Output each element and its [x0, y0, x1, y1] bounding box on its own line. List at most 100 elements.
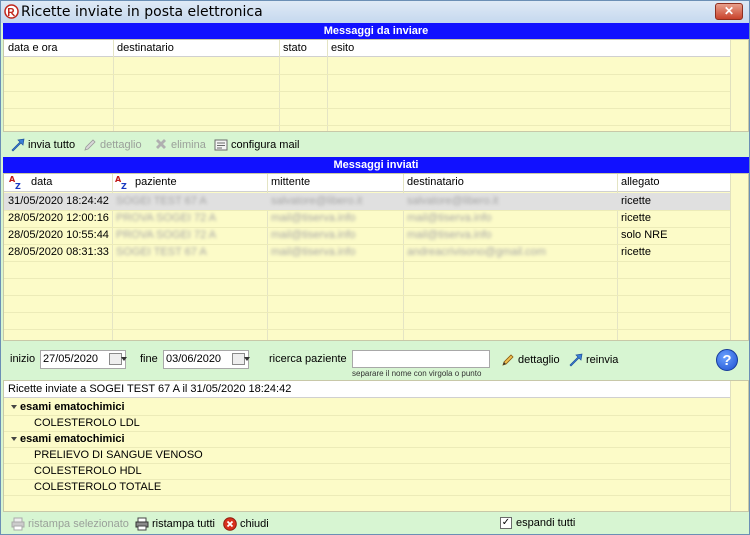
end-label: fine [140, 353, 158, 365]
send-arrow-icon [11, 138, 25, 152]
detail-label-top: dettaglio [100, 139, 142, 151]
expand-all-label: espandi tutti [516, 517, 576, 529]
chevron-down-icon [121, 357, 127, 361]
svg-text:Z: Z [121, 182, 127, 190]
close-icon [223, 517, 237, 531]
expand-triangle-icon[interactable] [11, 437, 17, 441]
cell-attachment: ricette [621, 246, 651, 258]
cell-recipient: salvatore@libero.it [407, 195, 499, 207]
col-header-sent-recipient[interactable]: destinatario [407, 176, 464, 188]
tree-group-label: esami ematochimici [20, 401, 125, 413]
bottom-toolbar: ristampa selezionato ristampa tutti chiu… [1, 514, 749, 534]
tree-item[interactable]: COLESTEROLO TOTALE [4, 479, 730, 495]
cell-attachment: ricette [621, 212, 651, 224]
expand-all-checkbox[interactable]: ✓ [500, 517, 512, 529]
reprint-selected-label: ristampa selezionato [28, 518, 129, 530]
pencil-icon [502, 354, 514, 366]
table-row[interactable]: 28/05/2020 10:55:44 PROVA SOGEI 72 A mai… [4, 227, 730, 244]
detail-panel: Ricette inviate a SOGEI TEST 67 A il 31/… [3, 380, 749, 512]
start-date-picker[interactable]: 27/05/2020 [40, 350, 127, 369]
table-row[interactable]: 28/05/2020 08:31:33 SOGEI TEST 67 A mail… [4, 244, 730, 261]
mail-config-icon [214, 139, 228, 151]
to-send-grid: data e ora destinatario stato esito [3, 39, 749, 132]
sort-az-icon[interactable]: AZ [115, 175, 129, 190]
main-window: Ricette inviate in posta elettronica ✕ M… [0, 0, 750, 535]
send-arrow-icon [569, 353, 583, 367]
end-date-value: 03/06/2020 [166, 353, 222, 365]
tree-group-label: esami ematochimici [20, 433, 125, 445]
delete-label: elimina [171, 139, 206, 151]
cell-attachment: ricette [621, 195, 651, 207]
tree-item[interactable]: COLESTEROLO HDL [4, 463, 730, 479]
send-all-button[interactable]: invia tutto [11, 136, 75, 154]
cell-patient: PROVA SOGEI 72 A [116, 229, 217, 241]
search-patient-input[interactable] [352, 350, 490, 368]
col-header-patient[interactable]: paziente [135, 176, 177, 188]
sent-grid: AZ data AZ paziente mittente destinatari… [3, 173, 749, 341]
configure-mail-button[interactable]: configura mail [214, 136, 299, 154]
title-bar: Ricette inviate in posta elettronica ✕ [1, 1, 749, 23]
cell-recipient: mail@tiserva.info [407, 212, 492, 224]
cell-date: 31/05/2020 18:24:42 [8, 195, 109, 207]
table-row[interactable]: 28/05/2020 12:00:16 PROVA SOGEI 72 A mai… [4, 210, 730, 227]
cell-sender: mail@tiserva.info [271, 229, 356, 241]
detail-button-top[interactable]: dettaglio [83, 136, 142, 154]
cell-recipient: mail@tiserva.info [407, 229, 492, 241]
reprint-all-button[interactable]: ristampa tutti [135, 515, 215, 533]
close-window-button[interactable]: ✕ [715, 3, 743, 20]
sent-scrollbar[interactable] [730, 174, 748, 340]
start-label: inizio [10, 353, 36, 365]
search-hint: separare il nome con virgola o punto [352, 369, 482, 378]
cell-date: 28/05/2020 08:31:33 [8, 246, 109, 258]
end-date-picker[interactable]: 03/06/2020 [163, 350, 250, 369]
col-header-attachment[interactable]: allegato [621, 176, 660, 188]
sent-grid-header: AZ data AZ paziente mittente destinatari… [4, 174, 748, 192]
tree-item[interactable]: COLESTEROLO LDL [4, 415, 730, 431]
to-send-grid-header: data e ora destinatario stato esito [4, 40, 748, 57]
col-header-outcome[interactable]: esito [331, 42, 354, 54]
send-all-label: invia tutto [28, 139, 76, 151]
pencil-icon [84, 139, 96, 151]
resend-label: reinvia [586, 354, 619, 366]
col-header-recipient[interactable]: destinatario [117, 42, 174, 54]
tree-group[interactable]: esami ematochimici [4, 431, 730, 447]
sort-az-icon[interactable]: AZ [9, 175, 23, 190]
cell-sender: salvatore@libero.it [271, 195, 363, 207]
expand-triangle-icon[interactable] [11, 405, 17, 409]
col-header-sender[interactable]: mittente [271, 176, 310, 188]
detail-label: dettaglio [518, 354, 560, 366]
cell-date: 28/05/2020 12:00:16 [8, 212, 109, 224]
col-header-date[interactable]: data e ora [8, 42, 58, 54]
close-label: chiudi [240, 518, 269, 530]
cell-patient: SOGEI TEST 67 A [116, 246, 207, 258]
printer-icon [11, 517, 25, 531]
close-button[interactable]: chiudi [223, 515, 269, 533]
sent-header: Messaggi inviati [3, 157, 749, 173]
delete-icon [156, 139, 166, 150]
to-send-scrollbar[interactable] [730, 40, 748, 131]
delete-button[interactable]: elimina [154, 136, 206, 154]
col-header-status[interactable]: stato [283, 42, 307, 54]
col-header-sent-date[interactable]: data [31, 176, 52, 188]
cell-date: 28/05/2020 10:55:44 [8, 229, 109, 241]
detail-button[interactable]: dettaglio [501, 351, 560, 369]
cell-patient: SOGEI TEST 67 A [116, 195, 207, 207]
resend-button[interactable]: reinvia [569, 351, 618, 369]
table-row[interactable]: 31/05/2020 18:24:42 SOGEI TEST 67 A salv… [4, 193, 730, 210]
detail-title: Ricette inviate a SOGEI TEST 67 A il 31/… [4, 381, 730, 398]
cell-sender: mail@tiserva.info [271, 246, 356, 258]
tree-group[interactable]: esami ematochimici [4, 399, 730, 415]
tree-item[interactable]: PRELIEVO DI SANGUE VENOSO [4, 447, 730, 463]
help-icon[interactable]: ? [716, 349, 738, 371]
svg-text:Z: Z [15, 182, 21, 190]
search-patient-label: ricerca paziente [269, 353, 347, 365]
cell-patient: PROVA SOGEI 72 A [116, 212, 217, 224]
configure-mail-label: configura mail [231, 139, 300, 151]
detail-scrollbar[interactable] [730, 381, 748, 511]
reprint-all-label: ristampa tutti [152, 518, 215, 530]
cell-recipient: andreacrivisono@gmail.com [407, 246, 546, 258]
filter-bar: inizio 27/05/2020 fine 03/06/2020 ricerc… [1, 347, 749, 378]
app-icon [4, 4, 19, 19]
cell-sender: mail@tiserva.info [271, 212, 356, 224]
reprint-selected-button[interactable]: ristampa selezionato [11, 515, 129, 533]
